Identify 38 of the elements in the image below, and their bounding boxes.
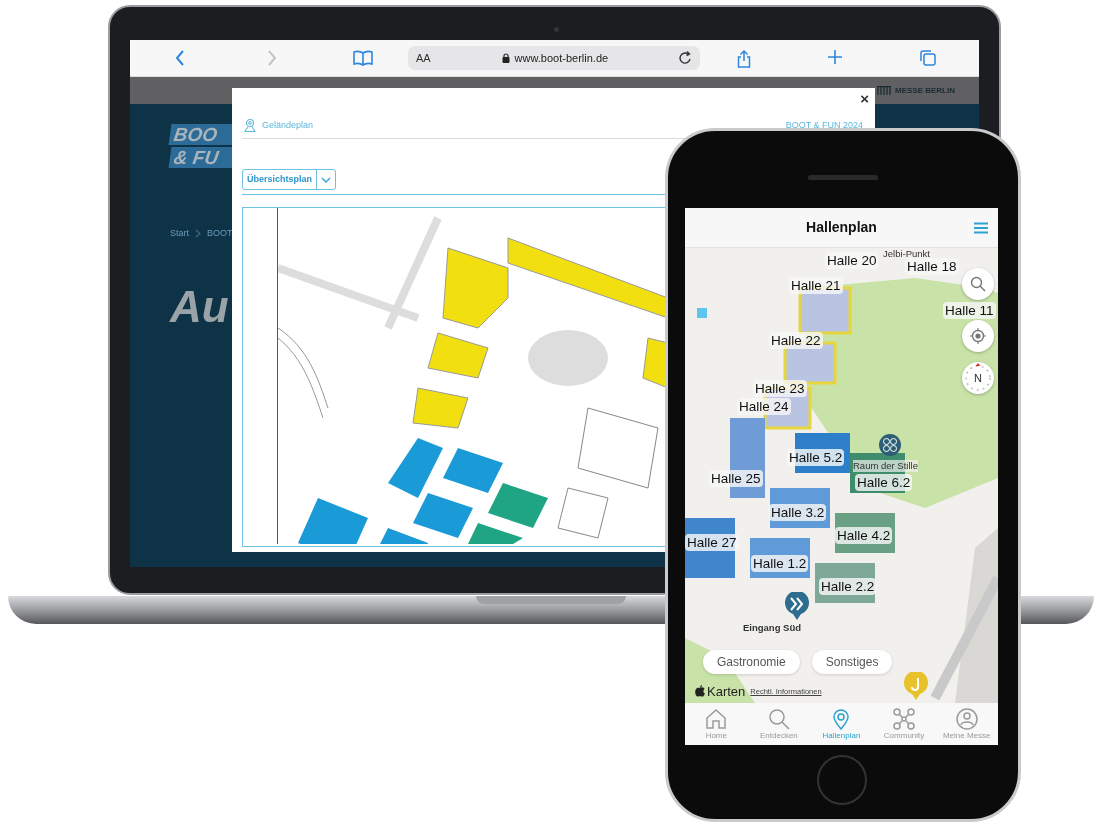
page-heading: Au bbox=[170, 282, 228, 332]
compass-letter: N bbox=[974, 371, 982, 384]
book-icon[interactable] bbox=[353, 50, 373, 66]
event-name: BOOT & FUN 2024 bbox=[785, 120, 863, 130]
tabs-icon[interactable] bbox=[920, 50, 936, 66]
location-icon bbox=[970, 327, 986, 344]
menu-icon[interactable] bbox=[974, 222, 988, 234]
screen-title: Hallenplan bbox=[806, 219, 877, 236]
map-pin-icon bbox=[244, 118, 256, 132]
breadcrumb-link[interactable]: BOOT bbox=[207, 228, 233, 238]
plus-icon[interactable] bbox=[828, 50, 842, 64]
map-pin-icon[interactable] bbox=[879, 433, 901, 456]
section-title: Geländeplan bbox=[262, 120, 314, 130]
reload-icon[interactable] bbox=[679, 51, 692, 65]
maps-brand: Karten bbox=[707, 683, 746, 699]
compass-icon bbox=[963, 362, 993, 393]
map-label[interactable]: Eingang Süd bbox=[743, 621, 802, 634]
search-icon bbox=[767, 708, 790, 731]
grid-logo-icon bbox=[877, 86, 891, 95]
url-text: www.boot-berlin.de bbox=[514, 52, 609, 64]
share-icon[interactable] bbox=[737, 50, 751, 68]
filter-chip[interactable]: Gastronomie bbox=[703, 649, 800, 674]
close-button[interactable]: × bbox=[860, 92, 869, 106]
chevron-icon bbox=[195, 228, 201, 238]
apple-logo-icon bbox=[695, 685, 705, 698]
text-size-button[interactable]: AA bbox=[416, 52, 431, 64]
brand-name: MESSE BERLIN bbox=[895, 86, 955, 95]
chevron-down-icon bbox=[321, 176, 332, 183]
search-icon bbox=[970, 275, 986, 292]
breadcrumb-link[interactable]: Start bbox=[170, 228, 189, 238]
chevrons-pin-icon[interactable] bbox=[785, 591, 809, 620]
address-bar[interactable]: AA www.boot-berlin.de bbox=[408, 46, 700, 70]
person-icon bbox=[955, 708, 978, 731]
plan-select[interactable]: Übersichtsplan bbox=[242, 169, 337, 190]
back-icon[interactable] bbox=[175, 50, 185, 66]
lock-icon bbox=[501, 53, 510, 63]
nodes-icon bbox=[893, 708, 916, 731]
home-icon bbox=[705, 708, 728, 731]
